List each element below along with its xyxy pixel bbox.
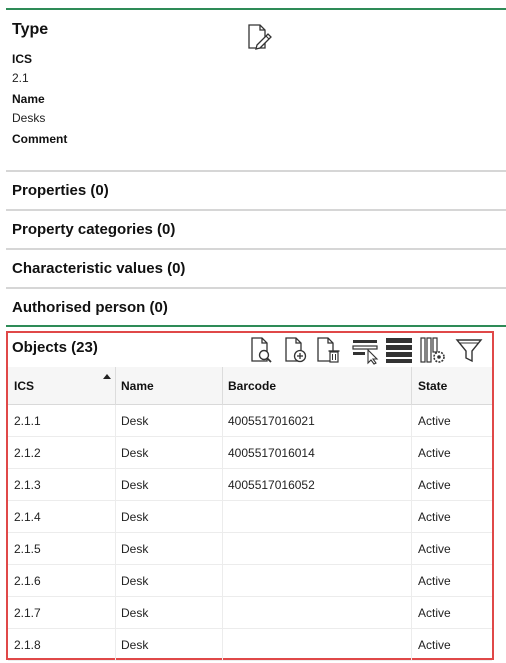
cell-state: Active xyxy=(418,414,451,428)
cell-barcode xyxy=(222,565,410,597)
table-row[interactable]: 2.1.4 Desk Active xyxy=(8,501,492,533)
cell-ics: 2.1.7 xyxy=(14,606,41,620)
divider xyxy=(6,170,506,172)
cell-name: Desk xyxy=(121,510,149,524)
cell-ics: 2.1.3 xyxy=(14,478,41,492)
sort-ascending-icon xyxy=(103,374,111,379)
cell-state: Active xyxy=(418,542,451,556)
section-property-categories[interactable]: Property categories (0) xyxy=(12,221,175,238)
objects-title: Objects (23) xyxy=(12,339,98,356)
column-settings-icon[interactable] xyxy=(418,335,448,365)
table-row[interactable]: 2.1.7 Desk Active xyxy=(8,597,492,629)
select-rows-icon[interactable] xyxy=(351,335,381,365)
column-header-state[interactable]: State xyxy=(412,367,492,405)
table-row[interactable]: 2.1.3 Desk 4005517016052 Active xyxy=(8,469,492,501)
cell-ics: 2.1.8 xyxy=(14,638,41,652)
name-label: Name xyxy=(12,92,45,106)
section-properties[interactable]: Properties (0) xyxy=(12,182,109,199)
divider xyxy=(6,248,506,250)
edit-document-icon[interactable] xyxy=(246,23,272,51)
cell-name: Desk xyxy=(121,446,149,460)
ics-value: 2.1 xyxy=(12,71,29,85)
section-characteristic-values[interactable]: Characteristic values (0) xyxy=(12,260,185,277)
table-row[interactable]: 2.1.6 Desk Active xyxy=(8,565,492,597)
comment-label: Comment xyxy=(12,132,68,146)
cell-ics: 2.1.4 xyxy=(14,510,41,524)
type-title: Type xyxy=(12,21,49,38)
column-header-ics[interactable]: ICS xyxy=(8,367,114,405)
table-row[interactable]: 2.1.1 Desk 4005517016021 Active xyxy=(8,405,492,437)
cell-state: Active xyxy=(418,510,451,524)
objects-accent-line xyxy=(6,325,506,327)
cell-barcode: 4005517016021 xyxy=(228,414,315,428)
cell-name: Desk xyxy=(121,414,149,428)
cell-barcode xyxy=(222,597,410,629)
cell-name: Desk xyxy=(121,606,149,620)
cell-state: Active xyxy=(418,638,451,652)
objects-table: ICS Name Barcode State 2.1.1 Desk 400551… xyxy=(8,367,492,661)
objects-panel: Objects (23) ICS Name Barcode State 2.1.… xyxy=(6,331,494,661)
divider xyxy=(6,287,506,289)
cell-ics: 2.1.5 xyxy=(14,542,41,556)
rows-view-icon[interactable] xyxy=(384,335,414,365)
name-value: Desks xyxy=(12,111,46,125)
delete-document-icon[interactable] xyxy=(313,335,343,365)
column-header-name[interactable]: Name xyxy=(115,367,221,405)
cell-state: Active xyxy=(418,606,451,620)
cell-barcode: 4005517016014 xyxy=(228,446,315,460)
cell-ics: 2.1.1 xyxy=(14,414,41,428)
cell-barcode: 4005517016052 xyxy=(228,478,315,492)
column-header-barcode[interactable]: Barcode xyxy=(222,367,410,405)
filter-icon[interactable] xyxy=(454,335,484,365)
divider xyxy=(6,209,506,211)
table-row[interactable]: 2.1.5 Desk Active xyxy=(8,533,492,565)
table-row[interactable]: 2.1.8 Desk Active xyxy=(8,629,492,661)
type-section: Type ICS 2.1 Name Desks Comment xyxy=(0,10,506,171)
cell-name: Desk xyxy=(121,638,149,652)
ics-label: ICS xyxy=(12,52,33,66)
cell-name: Desk xyxy=(121,542,149,556)
table-header: ICS Name Barcode State xyxy=(8,367,492,405)
search-document-icon[interactable] xyxy=(246,335,276,365)
cell-ics: 2.1.2 xyxy=(14,446,41,460)
cell-state: Active xyxy=(418,478,451,492)
cell-state: Active xyxy=(418,574,451,588)
cell-name: Desk xyxy=(121,574,149,588)
add-document-icon[interactable] xyxy=(280,335,310,365)
section-authorised-person[interactable]: Authorised person (0) xyxy=(12,299,168,316)
cell-ics: 2.1.6 xyxy=(14,574,41,588)
cell-state: Active xyxy=(418,446,451,460)
cell-name: Desk xyxy=(121,478,149,492)
cell-barcode xyxy=(222,533,410,565)
cell-barcode xyxy=(222,629,410,661)
table-row[interactable]: 2.1.2 Desk 4005517016014 Active xyxy=(8,437,492,469)
cell-barcode xyxy=(222,501,410,533)
